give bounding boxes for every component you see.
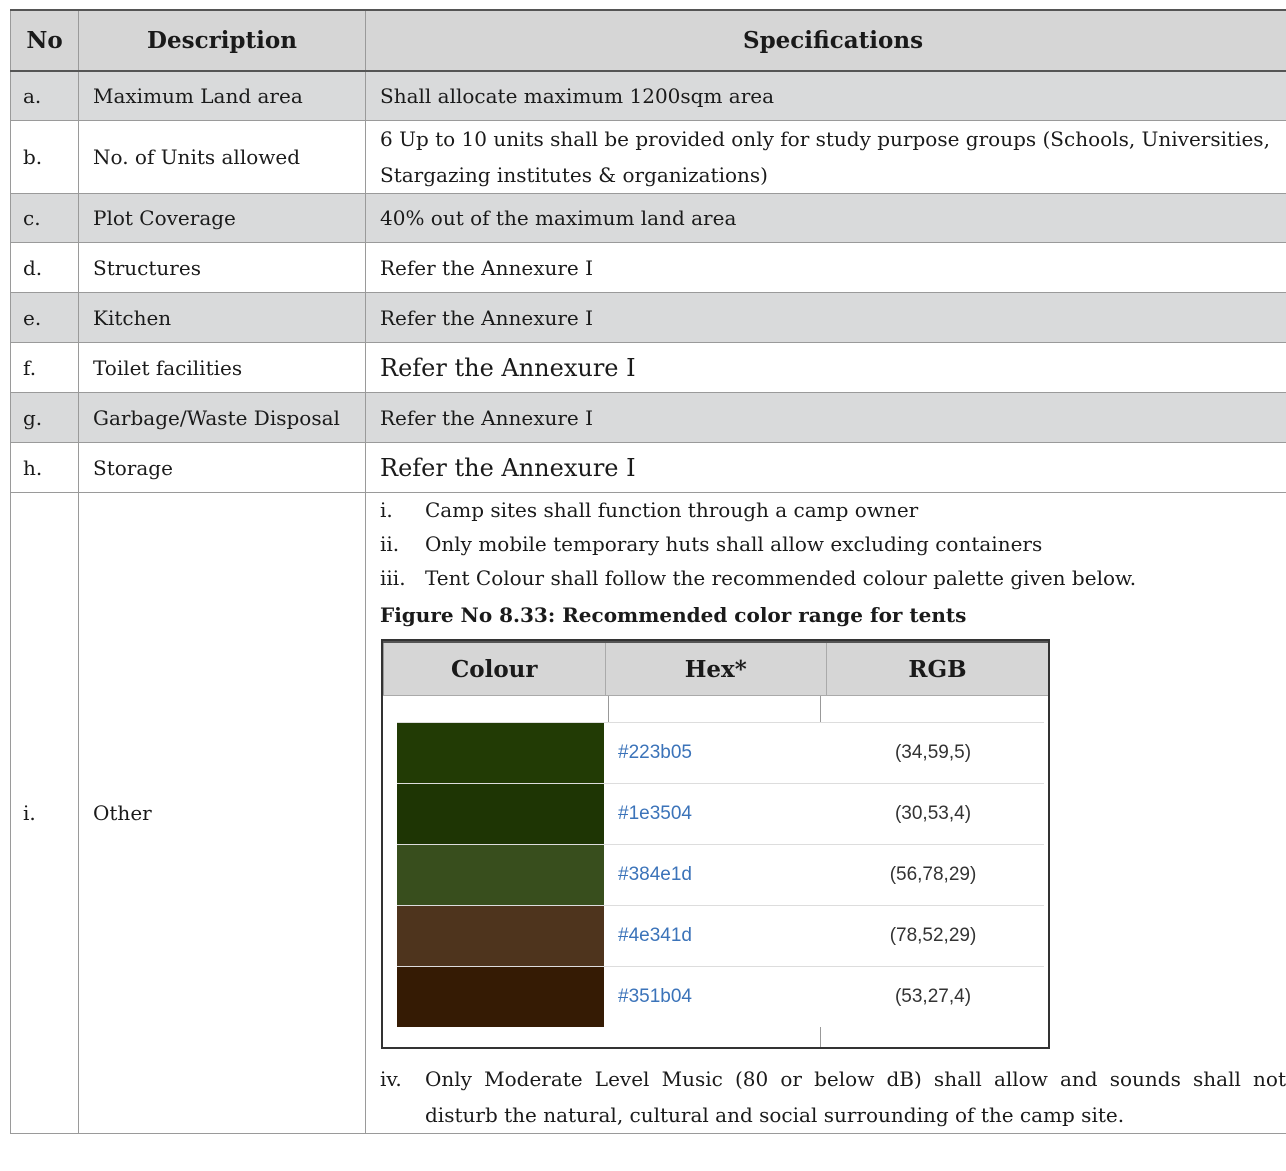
color-row: #223b05 (34,59,5) — [397, 722, 1044, 783]
row-spec: Refer the Annexure I — [365, 242, 1286, 293]
list-number: ii. — [380, 532, 400, 556]
table-row-other: i. Other i. Camp sites shall function thr… — [10, 492, 1286, 1134]
row-no: c. — [10, 193, 79, 243]
table-row: c. Plot Coverage 40% out of the maximum … — [10, 193, 1286, 243]
list-text: Only mobile temporary huts shall allow e… — [425, 532, 1043, 556]
list-item: ii. Only mobile temporary huts shall allo… — [380, 527, 1286, 561]
row-no: g. — [10, 392, 79, 443]
table-row: a. Maximum Land area Shall allocate maxi… — [10, 70, 1286, 121]
row-description: Kitchen — [78, 292, 366, 343]
header-specifications: Specifications — [365, 9, 1286, 72]
color-list: #223b05 (34,59,5) #1e3504 (30,53,4) #384e1d (… — [397, 722, 1048, 1027]
row-spec: Refer the Annexure I — [365, 392, 1286, 443]
row-no: a. — [10, 70, 79, 121]
color-hex: #384e1d — [618, 864, 692, 885]
row-description: Plot Coverage — [78, 193, 366, 243]
table-row: b. No. of Units allowed 6 Up to 10 units… — [10, 120, 1286, 194]
color-swatch — [397, 967, 604, 1027]
color-rgb: (30,53,4) — [894, 803, 972, 824]
color-spacer — [397, 696, 1048, 722]
color-row: #1e3504 (30,53,4) — [397, 783, 1044, 844]
table-row: h. Storage Refer the Annexure I — [10, 442, 1286, 493]
color-hex: #351b04 — [618, 986, 692, 1007]
row-spec: Refer the Annexure I — [365, 342, 1286, 393]
table-row: f. Toilet facilities Refer the Annexure … — [10, 342, 1286, 393]
color-rgb: (56,78,29) — [889, 864, 977, 885]
row-spec: Refer the Annexure I — [365, 292, 1286, 343]
color-row: #351b04 (53,27,4) — [397, 966, 1044, 1027]
row-no: i. — [10, 492, 79, 1134]
color-hex: #1e3504 — [618, 803, 692, 824]
list-text: Camp sites shall function through a camp… — [425, 498, 919, 522]
color-hex: #223b05 — [618, 742, 692, 763]
color-hex: #4e341d — [618, 925, 692, 946]
row-no: h. — [10, 442, 79, 493]
row-no: d. — [10, 242, 79, 293]
list-text: Only Moderate Level Music (80 or below d… — [425, 1067, 1286, 1127]
row-description: Storage — [78, 442, 366, 493]
row-spec: Refer the Annexure I — [365, 442, 1286, 493]
row-spec: Shall allocate maximum 1200sqm area — [365, 70, 1286, 121]
color-rows: #223b05 (34,59,5) #1e3504 (30,53,4) #384e1d (… — [383, 696, 1048, 1047]
table-row: g. Garbage/Waste Disposal Refer the Anne… — [10, 392, 1286, 443]
row-description: Garbage/Waste Disposal — [78, 392, 366, 443]
row-spec: 6 Up to 10 units shall be provided only … — [365, 120, 1286, 194]
figure-caption: Figure No 8.33: Recommended color range … — [380, 603, 967, 627]
row-no: f. — [10, 342, 79, 393]
row-spec: 40% out of the maximum land area — [365, 193, 1286, 243]
color-swatch — [397, 784, 604, 844]
row-no: e. — [10, 292, 79, 343]
list-number: i. — [380, 498, 393, 522]
color-spacer-bottom — [397, 1027, 1048, 1047]
row-description: No. of Units allowed — [78, 120, 366, 194]
color-swatch — [397, 723, 604, 783]
color-palette-table: Colour Hex* RGB #223b05 (34,59,5) #1e3504 (… — [381, 639, 1050, 1049]
row-description: Toilet facilities — [78, 342, 366, 393]
row-description: Maximum Land area — [78, 70, 366, 121]
list-item: iv. Only Moderate Level Music (80 or bel… — [380, 1061, 1286, 1133]
spec-list: i. Camp sites shall function through a ca… — [380, 493, 1286, 595]
color-header-colour: Colour — [383, 641, 606, 696]
table-row: d. Structures Refer the Annexure I — [10, 242, 1286, 293]
header-description: Description — [78, 9, 366, 72]
row-description: Other — [78, 492, 366, 1134]
row-spec-other: i. Camp sites shall function through a ca… — [365, 492, 1286, 1134]
list-number: iii. — [380, 566, 406, 590]
list-item: iii. Tent Colour shall follow the recomme… — [380, 561, 1286, 595]
header-no: No — [10, 9, 79, 72]
color-header-rgb: RGB — [826, 641, 1048, 696]
table-header-row: No Description Specifications — [10, 9, 1286, 72]
color-row: #4e341d (78,52,29) — [397, 905, 1044, 966]
color-rgb: (34,59,5) — [894, 742, 972, 763]
row-description: Structures — [78, 242, 366, 293]
color-rgb: (78,52,29) — [889, 925, 977, 946]
list-text: Tent Colour shall follow the recommended… — [425, 566, 1137, 590]
color-header-table: Colour Hex* RGB — [383, 641, 1048, 696]
color-row: #384e1d (56,78,29) — [397, 844, 1044, 905]
list-item: i. Camp sites shall function through a ca… — [380, 493, 1286, 527]
color-rgb: (53,27,4) — [894, 986, 972, 1007]
color-header-hex: Hex* — [604, 641, 827, 696]
list-number: iv. — [380, 1067, 402, 1091]
specifications-table: No Description Specifications a. Maximum… — [10, 9, 1286, 1134]
row-no: b. — [10, 120, 79, 194]
color-swatch — [397, 906, 604, 966]
color-swatch — [397, 845, 604, 905]
table-row: e. Kitchen Refer the Annexure I — [10, 292, 1286, 343]
